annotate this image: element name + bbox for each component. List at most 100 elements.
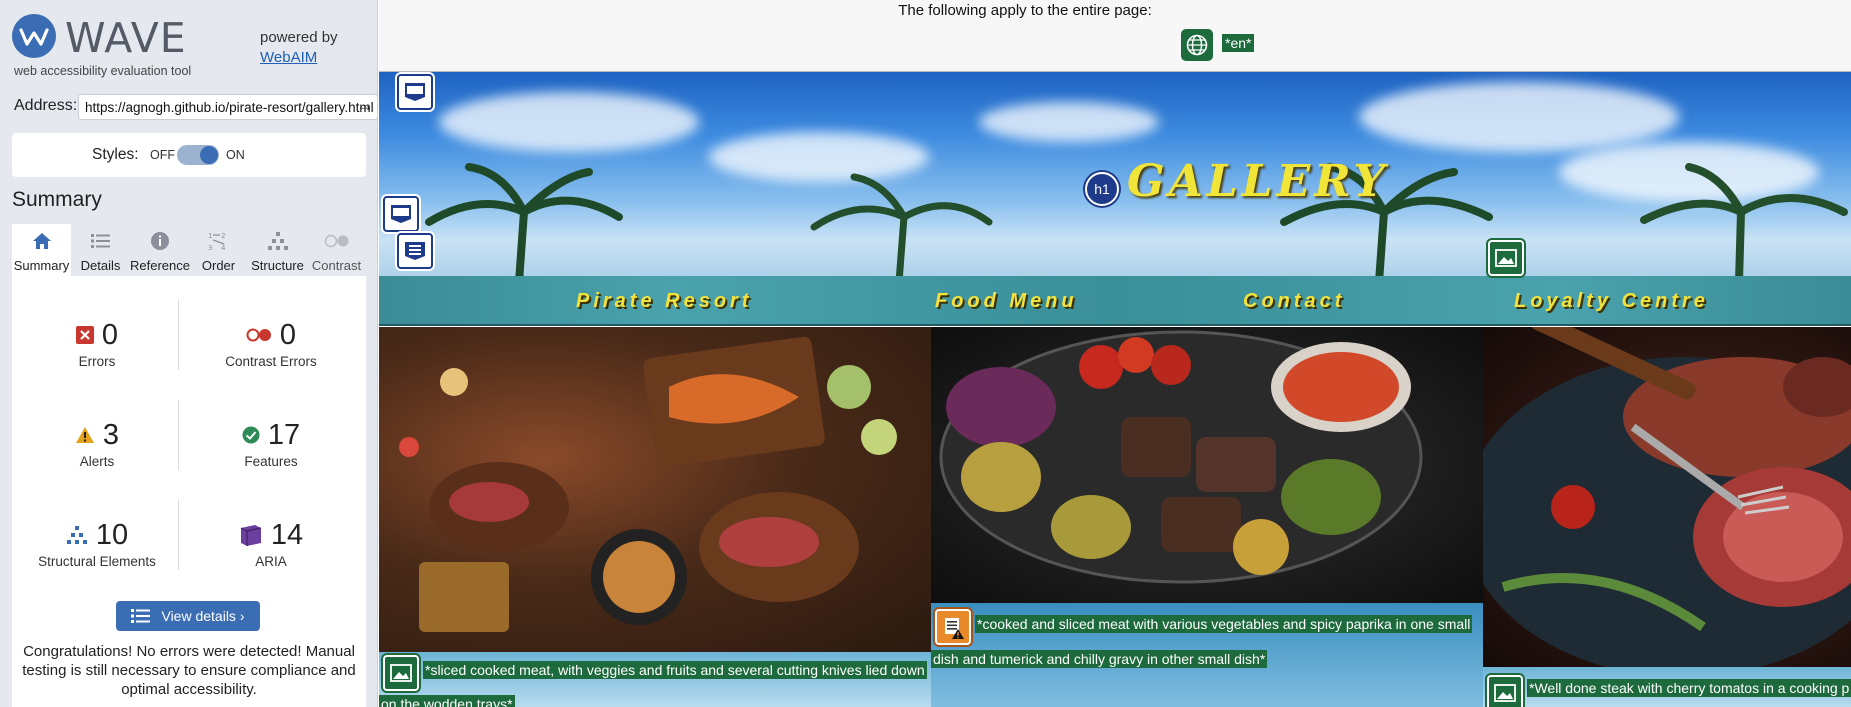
palm-tree-image [425,163,623,282]
region-icon[interactable] [383,196,419,232]
contrast-errors-label: Contrast Errors [225,354,317,369]
alt-text-3: *Well done steak with cherry tomatos in … [1527,679,1851,697]
main-navigation: Pirate Resort Food Menu Contact Loyalty … [379,276,1851,326]
contrast-error-icon [246,328,271,342]
wave-sidebar: WAVE web accessibility evaluation tool p… [0,0,378,707]
image-icon[interactable] [383,655,419,691]
summary-heading: Summary [12,188,102,211]
tab-details[interactable]: Details [71,224,130,276]
svg-text:2: 2 [221,232,225,240]
logo-text: WAVE [65,14,187,62]
alerts-label: Alerts [79,454,115,469]
stat-features[interactable]: 17 Features [186,418,356,469]
errors-count: 0 [101,318,119,351]
nav-pirate-resort[interactable]: Pirate Resort [576,290,753,313]
styles-toggle-box: Styles: OFF ON [12,133,366,177]
tab-reference-label: Reference [130,258,190,273]
home-icon [32,233,51,249]
lang-tag: *en* [1222,34,1255,52]
list-icon [131,609,151,623]
svg-text:4: 4 [221,244,226,251]
page-level-banner: The following apply to the entire page: … [379,0,1851,72]
features-count: 17 [267,418,301,451]
cloud [439,92,699,152]
aria-label: ARIA [255,554,287,569]
cloud [1359,82,1679,152]
nav-contact[interactable]: Contact [1243,290,1345,313]
congrats-message: Congratulations! No errors were detected… [22,643,356,698]
styles-toggle[interactable] [177,145,219,165]
alt-text-1: *sliced cooked meat, with veggies and fr… [423,661,927,679]
stat-aria[interactable]: 14 ARIA [186,518,356,569]
tab-structure-label: Structure [251,258,304,273]
page-title: GALLERY [1127,156,1389,207]
gallery-grid: *sliced cooked meat, with veggies and fr… [379,327,1851,707]
feature-check-icon [242,426,260,444]
aria-cube-icon [240,525,261,546]
toggle-knob [200,146,218,164]
view-details-label: View details › [161,608,245,624]
tab-order-label: Order [201,258,236,273]
structural-count: 10 [95,518,129,551]
tab-order[interactable]: 1 2 3 4 Order [189,224,248,276]
alert-icon [75,427,94,443]
banner-text: The following apply to the entire page: [898,2,1152,19]
styles-off-label: OFF [150,148,175,162]
address-bar: Address: https://agnogh.github.io/pirate… [14,94,378,120]
palm-tree-image [1640,163,1848,282]
error-icon [75,326,94,344]
stat-errors[interactable]: 0 Errors [12,318,182,369]
structure-icon [66,526,87,544]
stat-contrast-errors[interactable]: 0 Contrast Errors [186,318,356,370]
wave-logo-icon [12,14,56,58]
summary-panel: 0 Errors 0 Contrast Errors 3 Alerts 17 F… [12,276,366,707]
contrast-errors-count: 0 [279,318,297,351]
powered-by: powered by WebAIM [260,28,338,68]
image-icon[interactable] [1488,240,1524,276]
features-label: Features [244,454,298,469]
gallery-image-2 [931,327,1483,603]
address-input[interactable]: https://agnogh.github.io/pirate-resort/g… [78,94,378,120]
styles-label: Styles: [92,146,139,163]
address-label: Address: [14,97,78,114]
view-details-button[interactable]: View details › [116,601,260,631]
tab-contrast[interactable]: Contrast [307,224,366,276]
panel-tabs: Summary Details Reference 1 2 3 4 Order Str… [12,224,366,276]
tab-structure[interactable]: Structure [248,224,307,276]
logo-tagline: web accessibility evaluation tool [14,64,192,78]
info-icon [150,232,169,250]
header-region-icon[interactable] [397,74,433,110]
nav-food-menu[interactable]: Food Menu [935,290,1078,313]
svg-text:3: 3 [208,244,212,251]
svg-text:1: 1 [208,232,212,240]
navigation-region-icon[interactable] [397,233,433,269]
structure-icon [267,232,288,250]
arrow-right-icon[interactable]: → [352,96,378,118]
image-icon[interactable] [1487,675,1523,707]
powered-by-text: powered by [260,29,338,46]
styles-on-label: ON [226,148,245,162]
long-alt-alert-icon[interactable] [935,609,971,645]
tab-summary-label: Summary [13,258,70,273]
list-icon [90,234,110,248]
webaim-link[interactable]: WebAIM [260,48,338,68]
tab-details-label: Details [80,258,121,273]
address-value: https://agnogh.github.io/pirate-resort/g… [85,100,374,115]
tab-summary[interactable]: Summary [12,224,71,276]
cloud [979,102,1159,142]
wave-logo[interactable]: WAVE web accessibility evaluation tool [12,14,242,80]
h1-badge[interactable]: h1 [1085,172,1119,206]
alt-text-1-cont: on the wodden trays* [379,695,515,707]
hero-banner: h1 GALLERY [379,72,1851,282]
tab-contrast-label: Contrast [311,258,362,273]
nav-loyalty-centre[interactable]: Loyalty Centre [1514,290,1709,313]
alerts-count: 3 [102,418,120,451]
stat-structural[interactable]: 10 Structural Elements [12,518,182,570]
alt-text-2: *cooked and sliced meat with various veg… [975,615,1473,633]
stat-alerts[interactable]: 3 Alerts [12,418,182,469]
globe-icon[interactable] [1181,29,1213,61]
page-preview: The following apply to the entire page: … [379,0,1851,707]
tab-reference[interactable]: Reference [130,224,190,276]
alt-text-2-cont: dish and tumerick and chilly gravy in ot… [931,650,1268,668]
palm-tree-image [810,173,993,282]
